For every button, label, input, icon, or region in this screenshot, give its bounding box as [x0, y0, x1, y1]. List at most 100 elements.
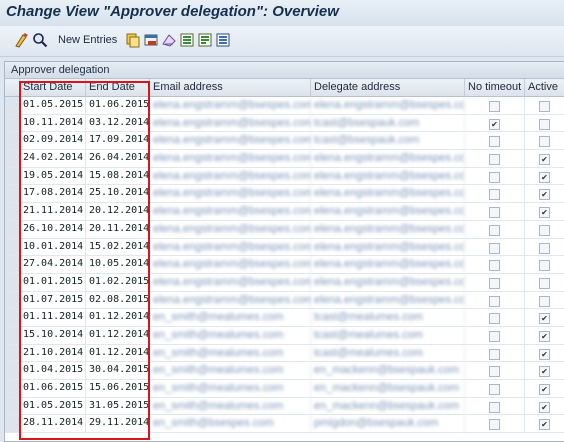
copy-icon[interactable]: [125, 32, 141, 48]
column-header-active[interactable]: Active: [525, 79, 564, 96]
active-checkbox[interactable]: [539, 260, 550, 272]
end-date-cell[interactable]: 15.02.2014: [86, 238, 150, 256]
table-row[interactable]: 28.11.2014 29.11.2014 en_smith@bsespes.com…: [5, 415, 564, 434]
no-timeout-checkbox[interactable]: [489, 260, 500, 272]
no-timeout-checkbox[interactable]: [489, 171, 500, 183]
column-header-start-date[interactable]: Start Date: [20, 79, 86, 96]
start-date-cell[interactable]: 10.01.2014: [20, 238, 86, 256]
delegate-address-cell[interactable]: elena.engstramm@bsespes.com: [311, 220, 465, 238]
start-date-cell[interactable]: 19.05.2014: [20, 167, 86, 185]
table-row[interactable]: 02.09.2014 17.09.2014 elena.engstramm@bses…: [5, 132, 564, 151]
table-row[interactable]: 01.05.2015 01.06.2015 elena.engstramm@bses…: [5, 97, 564, 115]
email-address-cell[interactable]: elena.engstramm@bsespes.com: [150, 150, 311, 167]
row-selector[interactable]: [5, 273, 20, 291]
end-date-cell[interactable]: 29.11.2014: [86, 415, 150, 433]
table-row[interactable]: 19.05.2014 15.08.2014 elena.engstramm@bses…: [5, 167, 564, 186]
table-row[interactable]: 10.11.2014 03.12.2014 elena.engstramm@bses…: [5, 114, 564, 133]
table-row[interactable]: 01.01.2015 01.02.2015 elena.engstramm@bses…: [5, 273, 564, 292]
start-date-cell[interactable]: 01.04.2015: [20, 362, 86, 379]
row-selector[interactable]: [5, 132, 20, 150]
active-checkbox[interactable]: [539, 224, 550, 236]
end-date-cell[interactable]: 26.04.2014: [86, 150, 150, 167]
table-row[interactable]: 01.11.2014 01.12.2014 en_smith@mealumes.co…: [5, 309, 564, 327]
delegate-address-cell[interactable]: tcast@mealumes.com: [311, 326, 465, 344]
end-date-cell[interactable]: 15.06.2015: [86, 380, 150, 397]
row-selector[interactable]: [5, 415, 20, 433]
delegate-address-cell[interactable]: elena.engstramm@bsespes.com: [311, 273, 465, 291]
email-address-cell[interactable]: en_smith@mealumes.com: [150, 362, 311, 379]
email-address-cell[interactable]: en_smith@mealumes.com: [150, 326, 311, 344]
active-checkbox[interactable]: ✔: [539, 154, 550, 166]
email-address-cell[interactable]: en_smith@mealumes.com: [150, 380, 311, 397]
no-timeout-checkbox[interactable]: [489, 313, 500, 325]
row-selector[interactable]: [5, 326, 20, 344]
email-address-cell[interactable]: en_smith@mealumes.com: [150, 344, 311, 362]
no-timeout-checkbox[interactable]: [489, 366, 500, 378]
row-selector[interactable]: [5, 362, 20, 379]
undo-change-icon[interactable]: [161, 32, 177, 48]
email-address-cell[interactable]: en_smith@bsespes.com: [150, 415, 311, 433]
active-checkbox[interactable]: [539, 118, 550, 130]
search-icon[interactable]: [32, 32, 48, 48]
table-row[interactable]: 17.08.2014 25.10.2014 elena.engstramm@bses…: [5, 185, 564, 204]
no-timeout-checkbox[interactable]: [489, 277, 500, 289]
end-date-cell[interactable]: 01.12.2014: [86, 344, 150, 362]
end-date-cell[interactable]: 10.05.2014: [86, 256, 150, 273]
row-selector[interactable]: [5, 203, 20, 220]
row-selector[interactable]: [5, 167, 20, 185]
active-checkbox[interactable]: ✔: [539, 313, 550, 325]
table-row[interactable]: 21.10.2014 01.12.2014 en_smith@mealumes.co…: [5, 344, 564, 363]
active-checkbox[interactable]: ✔: [539, 419, 550, 431]
end-date-cell[interactable]: 03.12.2014: [86, 114, 150, 132]
no-timeout-checkbox[interactable]: [489, 384, 500, 395]
active-checkbox[interactable]: [539, 295, 550, 307]
delegate-address-cell[interactable]: elena.engstramm@bsespes.com: [311, 238, 465, 256]
select-block-icon[interactable]: [197, 32, 213, 48]
column-header-delegate-address[interactable]: Delegate address: [311, 79, 465, 96]
no-timeout-checkbox[interactable]: [489, 207, 500, 219]
table-row[interactable]: 01.07.2015 02.08.2015 elena.engstramm@bses…: [5, 291, 564, 310]
row-selector[interactable]: [5, 309, 20, 326]
end-date-cell[interactable]: 01.06.2015: [86, 97, 150, 114]
start-date-cell[interactable]: 02.09.2014: [20, 132, 86, 150]
email-address-cell[interactable]: elena.engstramm@bsespes.com: [150, 273, 311, 291]
delegate-address-cell[interactable]: elena.engstramm@bsespes.com: [311, 185, 465, 203]
delegate-address-cell[interactable]: elena.engstramm@bsespes.com: [311, 291, 465, 309]
no-timeout-checkbox[interactable]: [489, 295, 500, 307]
end-date-cell[interactable]: 17.09.2014: [86, 132, 150, 150]
select-all-icon[interactable]: [179, 32, 195, 48]
row-selector[interactable]: [5, 220, 20, 238]
no-timeout-checkbox[interactable]: ✔: [489, 118, 500, 130]
end-date-cell[interactable]: 01.12.2014: [86, 326, 150, 344]
new-entries-button[interactable]: New Entries: [58, 34, 117, 46]
start-date-cell[interactable]: 15.10.2014: [20, 326, 86, 344]
table-row[interactable]: 01.04.2015 30.04.2015 en_smith@mealumes.co…: [5, 362, 564, 380]
email-address-cell[interactable]: elena.engstramm@bsespes.com: [150, 114, 311, 132]
email-address-cell[interactable]: elena.engstramm@bsespes.com: [150, 97, 311, 114]
active-checkbox[interactable]: ✔: [539, 401, 550, 413]
start-date-cell[interactable]: 01.06.2015: [20, 380, 86, 397]
start-date-cell[interactable]: 01.11.2014: [20, 309, 86, 326]
active-checkbox[interactable]: ✔: [539, 366, 550, 378]
no-timeout-checkbox[interactable]: [489, 154, 500, 166]
end-date-cell[interactable]: 02.08.2015: [86, 291, 150, 309]
start-date-cell[interactable]: 10.11.2014: [20, 114, 86, 132]
delegate-address-cell[interactable]: elena.engstramm@bsespes.com: [311, 203, 465, 220]
delegate-address-cell[interactable]: tcast@mealumes.com: [311, 344, 465, 362]
start-date-cell[interactable]: 28.11.2014: [20, 415, 86, 433]
column-header-end-date[interactable]: End Date: [86, 79, 150, 96]
delegate-address-cell[interactable]: elena.engstramm@bsespes.com: [311, 256, 465, 273]
active-checkbox[interactable]: ✔: [539, 348, 550, 360]
email-address-cell[interactable]: elena.engstramm@bsespes.com: [150, 167, 311, 185]
deselect-all-icon[interactable]: [215, 32, 231, 48]
active-checkbox[interactable]: ✔: [539, 384, 550, 395]
start-date-cell[interactable]: 17.08.2014: [20, 185, 86, 203]
delegate-address-cell[interactable]: elena.engstramm@bsespes.com: [311, 150, 465, 167]
active-checkbox[interactable]: [539, 277, 550, 289]
table-row[interactable]: 15.10.2014 01.12.2014 en_smith@mealumes.co…: [5, 326, 564, 345]
delegate-address-cell[interactable]: elena.engstramm@bsespes.com: [311, 167, 465, 185]
active-checkbox[interactable]: [539, 136, 550, 148]
delegate-address-cell[interactable]: en_mackenn@bsespauk.com: [311, 397, 465, 415]
start-date-cell[interactable]: 24.02.2014: [20, 150, 86, 167]
delegate-address-cell[interactable]: elena.engstramm@bsespes.com: [311, 97, 465, 114]
